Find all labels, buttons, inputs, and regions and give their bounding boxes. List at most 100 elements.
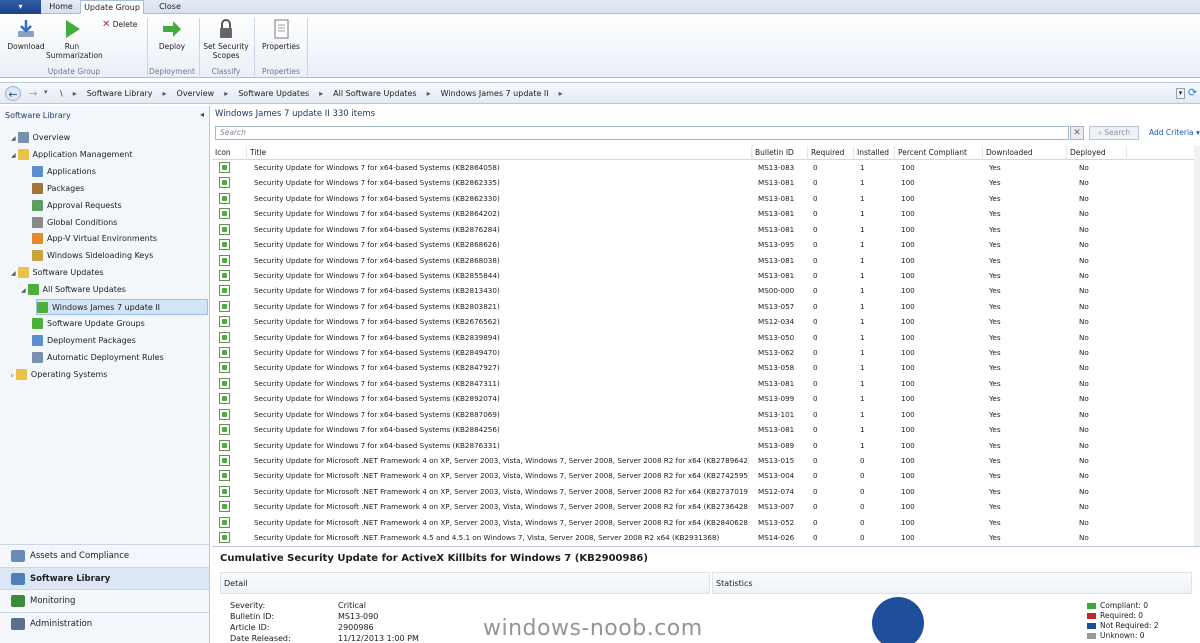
legend-item: Required: 0 (1087, 611, 1143, 620)
column-header[interactable]: Bulletin ID (752, 146, 808, 160)
search-button[interactable]: ⌕ Search (1089, 126, 1139, 140)
expand-arrow-icon[interactable]: ◢ (21, 287, 28, 294)
tree-item-windows-sideloading-keys[interactable]: Windows Sideloading Keys (32, 248, 153, 264)
breadcrumb-separator-icon[interactable]: ▸ (224, 87, 228, 101)
back-arrow-icon[interactable]: ← (5, 86, 21, 101)
expand-arrow-icon[interactable]: ◢ (11, 135, 18, 142)
software-update-icon (219, 408, 230, 420)
table-row[interactable]: Security Update for Windows 7 for x64-ba… (212, 438, 1200, 453)
tab-home[interactable]: Home (44, 0, 78, 14)
table-row[interactable]: Security Update for Windows 7 for x64-ba… (212, 314, 1200, 329)
tree-item-application-management[interactable]: ◢ Application Management (11, 147, 132, 163)
table-cell: Security Update for Windows 7 for x64-ba… (254, 409, 500, 419)
table-row[interactable]: Security Update for Windows 7 for x64-ba… (212, 422, 1200, 437)
table-row[interactable]: Security Update for Windows 7 for x64-ba… (212, 299, 1200, 314)
breadcrumb-item[interactable]: Windows James 7 update II (441, 87, 549, 101)
file-menu-button[interactable]: ▾ (0, 0, 41, 14)
delete-button[interactable]: ✕ Delete (102, 20, 142, 30)
collapse-pane-icon[interactable]: ◂ (200, 110, 204, 119)
forward-arrow-icon[interactable]: → (25, 86, 41, 101)
table-row[interactable]: Security Update for Microsoft .NET Frame… (212, 468, 1200, 483)
workspace-administration[interactable]: Administration (0, 611, 209, 634)
expand-arrow-icon[interactable]: ◢ (11, 270, 18, 277)
table-cell: Yes (989, 455, 1001, 465)
table-row[interactable]: Security Update for Windows 7 for x64-ba… (212, 376, 1200, 391)
table-row[interactable]: Security Update for Windows 7 for x64-ba… (212, 360, 1200, 375)
detail-field-label: Bulletin ID: (230, 612, 275, 621)
breadcrumb-dropdown-icon[interactable]: ▾ (1176, 88, 1185, 99)
breadcrumb-separator-icon[interactable]: ▸ (319, 87, 323, 101)
tree-item-overview[interactable]: ◢ Overview (11, 130, 70, 146)
vertical-scrollbar[interactable] (1194, 146, 1200, 546)
workspace-monitoring[interactable]: Monitoring (0, 589, 209, 611)
table-row[interactable]: Security Update for Windows 7 for x64-ba… (212, 191, 1200, 206)
table-row[interactable]: Security Update for Windows 7 for x64-ba… (212, 391, 1200, 406)
column-header[interactable]: Downloaded (983, 146, 1067, 160)
column-header[interactable]: Required (808, 146, 854, 160)
tree-item-deployment-packages[interactable]: Deployment Packages (32, 333, 136, 349)
table-row[interactable]: Security Update for Microsoft .NET Frame… (212, 484, 1200, 499)
properties-button[interactable]: Properties (258, 18, 304, 51)
tree-item-software-update-groups[interactable]: Software Update Groups (32, 316, 145, 332)
table-row[interactable]: Security Update for Windows 7 for x64-ba… (212, 237, 1200, 252)
deploy-button[interactable]: Deploy (152, 18, 192, 51)
breadcrumb-item[interactable]: Software Library (87, 87, 153, 101)
delete-label: Delete (112, 20, 138, 29)
table-row[interactable]: Security Update for Windows 7 for x64-ba… (212, 253, 1200, 268)
tree-item-app-v-virtual-environments[interactable]: App-V Virtual Environments (32, 231, 157, 247)
update-group-icon (37, 302, 48, 313)
column-header[interactable]: Icon (212, 146, 247, 160)
legend-item: Not Required: 2 (1087, 621, 1159, 630)
tree-item-global-conditions[interactable]: Global Conditions (32, 215, 117, 231)
tree-item-all-software-updates[interactable]: ◢ All Software Updates (21, 282, 126, 298)
table-row[interactable]: Security Update for Windows 7 for x64-ba… (212, 330, 1200, 345)
download-button[interactable]: Download (4, 18, 48, 51)
tree-item-operating-systems[interactable]: ▹ Operating Systems (11, 367, 107, 383)
add-criteria-button[interactable]: Add Criteria ▾ (1149, 128, 1200, 137)
tree-item-windows-james-7-update-ii[interactable]: Windows James 7 update II (36, 299, 208, 315)
table-row[interactable]: Security Update for Windows 7 for x64-ba… (212, 222, 1200, 237)
breadcrumb-separator-icon[interactable]: ▸ (427, 87, 431, 101)
breadcrumb-item[interactable]: All Software Updates (333, 87, 416, 101)
tree-item-packages[interactable]: Packages (32, 181, 84, 197)
tab-update-group[interactable]: Update Group (80, 0, 144, 14)
tab-close[interactable]: Close (150, 0, 190, 14)
breadcrumb-separator-icon[interactable]: ▸ (559, 87, 563, 101)
column-header[interactable]: Percent Compliant (895, 146, 983, 160)
tree-item-automatic-deployment-rules[interactable]: Automatic Deployment Rules (32, 350, 164, 366)
run-summarization-button[interactable]: Run Summarization (46, 18, 103, 60)
workspace-assets-and-compliance[interactable]: Assets and Compliance (0, 544, 209, 566)
table-row[interactable]: Security Update for Windows 7 for x64-ba… (212, 268, 1200, 283)
workspace-software-library[interactable]: Software Library (0, 566, 209, 589)
tree-item-software-updates[interactable]: ◢ Software Updates (11, 265, 103, 281)
column-header[interactable]: Installed (854, 146, 895, 160)
breadcrumb-separator-icon[interactable]: ▸ (73, 87, 77, 101)
download-icon (15, 18, 37, 40)
column-header[interactable]: Title (247, 146, 752, 160)
column-header[interactable]: Deployed (1067, 146, 1127, 160)
table-row[interactable]: Security Update for Microsoft .NET Frame… (212, 530, 1200, 545)
tree-item-applications[interactable]: Applications (32, 164, 96, 180)
table-row[interactable]: Security Update for Windows 7 for x64-ba… (212, 175, 1200, 190)
table-row[interactable]: Security Update for Microsoft .NET Frame… (212, 499, 1200, 514)
table-cell: 100 (901, 163, 915, 172)
breadcrumb-item[interactable]: \ (60, 87, 63, 101)
breadcrumb-separator-icon[interactable]: ▸ (163, 87, 167, 101)
history-dropdown-icon[interactable]: ▾ (44, 88, 48, 96)
expand-arrow-icon[interactable]: ◢ (11, 152, 18, 159)
table-row[interactable]: Security Update for Windows 7 for x64-ba… (212, 160, 1200, 175)
set-security-scopes-button[interactable]: Set Security Scopes (202, 18, 250, 60)
table-row[interactable]: Security Update for Windows 7 for x64-ba… (212, 407, 1200, 422)
table-row[interactable]: Security Update for Microsoft .NET Frame… (212, 515, 1200, 530)
breadcrumb-item[interactable]: Software Updates (238, 87, 309, 101)
clear-search-icon[interactable]: ✕ (1070, 126, 1084, 140)
search-input[interactable]: Search (215, 126, 1069, 140)
breadcrumb-item[interactable]: Overview (177, 87, 215, 101)
table-row[interactable]: Security Update for Windows 7 for x64-ba… (212, 206, 1200, 221)
table-row[interactable]: Security Update for Windows 7 for x64-ba… (212, 345, 1200, 360)
table-cell: 100 (901, 533, 915, 543)
tree-item-approval-requests[interactable]: Approval Requests (32, 198, 122, 214)
table-row[interactable]: Security Update for Windows 7 for x64-ba… (212, 283, 1200, 298)
table-row[interactable]: Security Update for Microsoft .NET Frame… (212, 453, 1200, 468)
refresh-icon[interactable]: ⟳ (1188, 86, 1197, 99)
